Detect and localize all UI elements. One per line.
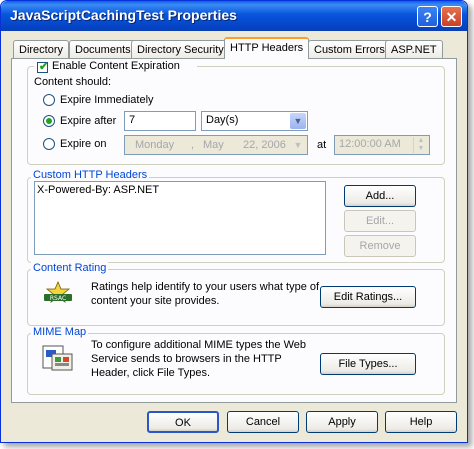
mime-types-icon [42,345,73,371]
tab-documents[interactable]: Documents [69,40,137,58]
properties-dialog: JavaScriptCachingTest Properties ? ✕ Dir… [0,0,468,443]
expire-on-radio[interactable] [43,138,55,150]
expire-unit-select[interactable]: Day(s) ▼ [201,111,308,131]
tab-custom-errors[interactable]: Custom Errors [308,40,391,58]
http-headers-panel: ✔ Enable Content Expiration Content shou… [11,58,457,403]
window-title: JavaScriptCachingTest Properties [10,7,237,23]
mime-description-line1: To configure additional MIME types the W… [91,339,307,351]
custom-headers-title: Custom HTTP Headers [31,169,150,181]
tab-directory-security[interactable]: Directory Security [131,40,230,58]
expire-immediately-radio[interactable] [43,94,55,106]
rating-description-line2: content your site provides. [91,295,220,307]
add-header-button[interactable]: Add... [344,185,416,207]
date-day: Monday [135,139,175,151]
help-title-button[interactable]: ? [417,6,438,27]
question-mark-icon: ? [423,9,432,25]
cancel-button[interactable]: Cancel [227,411,299,433]
mime-description-line2: Service sends to browsers in the HTTP [91,353,282,365]
mime-map-title: MIME Map [31,326,89,338]
tab-asp-net[interactable]: ASP.NET [385,40,443,58]
svg-text:RSAC: RSAC [50,295,66,302]
date-month: May [203,139,224,151]
time-spinner[interactable]: ▲ ▼ [413,137,428,153]
ok-button[interactable]: OK [147,411,219,433]
date-daynum: 22, 2006 [243,139,286,151]
expire-date-picker[interactable]: Monday , May 22, 2006 ▼ [124,135,308,155]
title-bar[interactable]: JavaScriptCachingTest Properties ? ✕ [1,1,467,31]
ratings-icon: RSAC [44,281,72,303]
chevron-down-icon[interactable]: ▼ [290,113,306,129]
expire-time-picker[interactable]: 12:00:00 AM ▲ ▼ [334,135,430,155]
enable-expiration-checkbox[interactable]: ✔ [37,61,49,73]
apply-button[interactable]: Apply [306,411,378,433]
chevron-down-icon[interactable]: ▼ [290,137,306,153]
list-item[interactable]: X-Powered-By: ASP.NET [37,184,159,196]
close-icon: ✕ [445,9,458,25]
remove-header-button[interactable]: Remove [344,235,416,257]
time-value: 12:00:00 AM [339,138,401,150]
radio-selected-dot [46,118,52,124]
checkmark-icon: ✔ [39,61,49,73]
at-label: at [317,139,327,151]
expire-on-label[interactable]: Expire on [60,138,106,150]
help-button[interactable]: Help [385,411,457,433]
rating-description-line1: Ratings help identify to your users what… [91,281,320,293]
content-should-label: Content should: [34,76,112,88]
content-rating-title: Content Rating [31,262,109,274]
expire-after-radio[interactable] [43,115,55,127]
enable-expiration-row: ✔ Enable Content Expiration [34,60,197,74]
tab-directory[interactable]: Directory [13,40,70,58]
edit-ratings-button[interactable]: Edit Ratings... [320,286,416,308]
tab-http-headers[interactable]: HTTP Headers [224,37,310,59]
custom-headers-list[interactable]: X-Powered-By: ASP.NET [34,181,326,255]
file-types-button[interactable]: File Types... [320,353,416,375]
close-button[interactable]: ✕ [441,6,462,27]
enable-expiration-label[interactable]: Enable Content Expiration [52,60,180,72]
expire-immediately-label[interactable]: Expire Immediately [60,94,154,106]
edit-header-button[interactable]: Edit... [344,210,416,232]
mime-description-line3: Header, click File Types. [91,367,211,379]
expire-unit-value: Day(s) [206,114,239,126]
expire-after-label[interactable]: Expire after [60,115,116,127]
date-separator: , [191,139,195,151]
expire-after-input[interactable]: 7 [124,111,196,131]
